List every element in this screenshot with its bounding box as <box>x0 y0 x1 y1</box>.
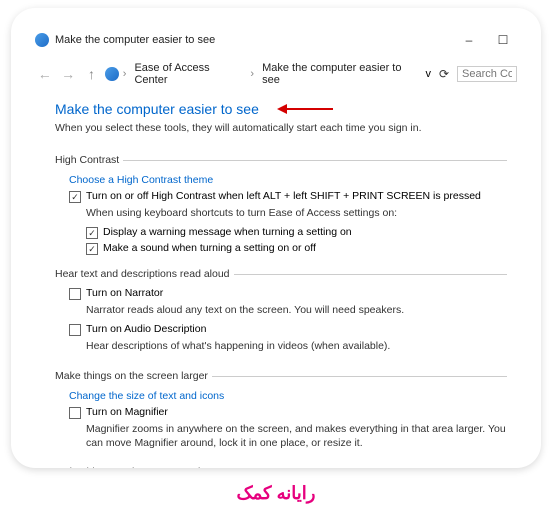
audio-desc-label: Turn on Audio Description <box>86 323 206 335</box>
section-easier: Make things on the screen easier to see <box>55 466 241 468</box>
hc-sound-label: Make a sound when turning a setting on o… <box>103 242 316 254</box>
refresh-button[interactable]: ⟳ <box>439 67 449 81</box>
hc-warn-label: Display a warning message when turning a… <box>103 226 352 238</box>
forward-button[interactable]: → <box>58 64 77 84</box>
audio-desc-text: Hear descriptions of what's happening in… <box>86 339 507 353</box>
app-icon <box>35 33 49 47</box>
choose-theme-link[interactable]: Choose a High Contrast theme <box>69 174 507 186</box>
pointer-arrow-icon <box>277 102 335 121</box>
section-larger: Make things on the screen larger <box>55 370 208 382</box>
magnifier-checkbox[interactable] <box>69 407 81 419</box>
window: Make the computer easier to see – ☐ ← → … <box>11 8 541 468</box>
narrator-checkbox[interactable] <box>69 288 81 300</box>
up-button[interactable]: ↑ <box>82 64 101 84</box>
window-title: Make the computer easier to see <box>55 34 449 46</box>
section-hear: Hear text and descriptions read aloud <box>55 268 230 280</box>
maximize-button[interactable]: ☐ <box>489 30 517 50</box>
address-dropdown[interactable]: v <box>425 68 431 80</box>
narrator-desc: Narrator reads aloud any text on the scr… <box>86 303 507 317</box>
hc-hint: When using keyboard shortcuts to turn Ea… <box>86 206 507 220</box>
search-input[interactable] <box>457 66 517 82</box>
hc-sound-checkbox[interactable] <box>86 243 98 255</box>
hc-toggle-checkbox[interactable] <box>69 191 81 203</box>
magnifier-label: Turn on Magnifier <box>86 406 168 418</box>
hc-warn-checkbox[interactable] <box>86 227 98 239</box>
narrator-label: Turn on Narrator <box>86 287 163 299</box>
location-icon <box>105 67 119 81</box>
brand-footer: رایانه کمک <box>0 483 552 504</box>
content: Make the computer easier to see When you… <box>35 96 517 468</box>
breadcrumb-current[interactable]: Make the computer easier to see <box>258 60 421 88</box>
minimize-button[interactable]: – <box>455 30 483 50</box>
breadcrumb-root[interactable]: Ease of Access Center <box>130 60 246 88</box>
hc-toggle-label: Turn on or off High Contrast when left A… <box>86 190 481 202</box>
size-link[interactable]: Change the size of text and icons <box>69 390 507 402</box>
title-bar: Make the computer easier to see – ☐ <box>35 30 517 50</box>
page-title: Make the computer easier to see <box>55 101 259 117</box>
audio-desc-checkbox[interactable] <box>69 324 81 336</box>
magnifier-desc: Magnifier zooms in anywhere on the scree… <box>86 422 507 450</box>
section-high-contrast: High Contrast <box>55 154 119 166</box>
page-subtitle: When you select these tools, they will a… <box>55 122 507 134</box>
nav-bar: ← → ↑ › Ease of Access Center › Make the… <box>35 60 517 88</box>
back-button[interactable]: ← <box>35 64 54 84</box>
breadcrumb-sep: › <box>250 68 254 80</box>
breadcrumb-sep: › <box>123 68 127 80</box>
brand-text: رایانه کمک <box>237 483 316 503</box>
